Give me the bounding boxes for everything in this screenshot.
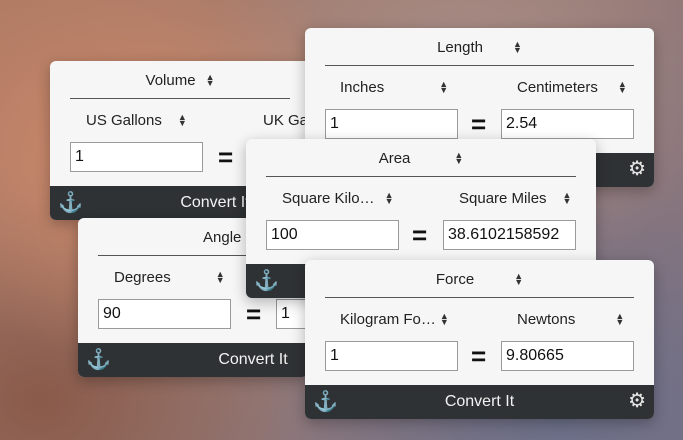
gear-icon[interactable]: ⚙	[628, 390, 646, 412]
equals-sign: =	[218, 142, 234, 172]
anchor-icon[interactable]: ⚓	[58, 192, 83, 214]
from-value-input[interactable]: 1	[325, 109, 458, 139]
updown-chevron-icon: ▲ ▼	[215, 269, 225, 285]
to-unit-selector[interactable]: Newtons ▲ ▼	[517, 308, 642, 330]
from-unit-selector[interactable]: Inches ▲ ▼	[340, 76, 460, 98]
category-selector[interactable]: Length ▲ ▼	[305, 28, 654, 66]
divider	[325, 65, 634, 66]
category-selector[interactable]: Force ▲ ▼	[305, 260, 654, 298]
to-value-output[interactable]: 38.6102158592	[443, 220, 576, 250]
force-converter-panel: Force ▲ ▼ Kilogram Fo… ▲ ▼ Newtons ▲ ▼ 1 = …	[305, 260, 654, 419]
from-unit-selector[interactable]: Square Kilo… ▲ ▼	[282, 187, 412, 209]
divider	[70, 98, 290, 99]
convert-it-button[interactable]: Convert It	[445, 393, 514, 411]
anchor-icon[interactable]: ⚓	[86, 349, 111, 371]
from-value-input[interactable]: 90	[98, 299, 231, 329]
convert-it-button[interactable]: Convert It	[180, 194, 249, 212]
anchor-icon[interactable]: ⚓	[254, 270, 279, 292]
divider	[266, 176, 576, 177]
updown-chevron-icon: ▲ ▼	[205, 72, 215, 88]
to-unit-selector[interactable]: UK Ga	[263, 109, 310, 131]
updown-chevron-icon: ▲ ▼	[562, 190, 572, 206]
updown-chevron-icon: ▲ ▼	[439, 311, 449, 327]
equals-sign: =	[471, 341, 487, 371]
updown-chevron-icon: ▲ ▼	[177, 112, 187, 128]
equals-sign: =	[471, 109, 487, 139]
updown-chevron-icon: ▲ ▼	[617, 79, 627, 95]
anchor-icon[interactable]: ⚓	[313, 391, 338, 413]
updown-chevron-icon: ▲ ▼	[384, 190, 394, 206]
category-selector[interactable]: Area ▲ ▼	[246, 139, 596, 177]
from-value-input[interactable]: 100	[266, 220, 399, 250]
to-value-output[interactable]: 9.80665	[501, 341, 634, 371]
from-value-input[interactable]: 1	[70, 142, 203, 172]
from-unit-selector[interactable]: Degrees ▲ ▼	[114, 266, 244, 288]
from-value-input[interactable]: 1	[325, 341, 458, 371]
equals-sign: =	[412, 220, 428, 250]
equals-sign: =	[246, 299, 262, 329]
updown-chevron-icon: ▲ ▼	[439, 79, 449, 95]
from-unit-selector[interactable]: US Gallons ▲ ▼	[86, 109, 216, 131]
convert-footer: ⚓ Convert It	[78, 343, 308, 377]
to-unit-selector[interactable]: Centimeters ▲ ▼	[517, 76, 642, 98]
to-value-output[interactable]: 1	[276, 299, 308, 329]
updown-chevron-icon: ▲ ▼	[512, 39, 522, 55]
updown-chevron-icon: ▲ ▼	[454, 150, 464, 166]
category-selector[interactable]: Volume ▲ ▼	[50, 61, 310, 99]
to-value-output[interactable]: 2.54	[501, 109, 634, 139]
convert-it-button[interactable]: Convert It	[218, 351, 287, 369]
divider	[325, 297, 634, 298]
updown-chevron-icon: ▲ ▼	[514, 271, 524, 287]
to-unit-selector[interactable]: Square Miles ▲ ▼	[459, 187, 584, 209]
gear-icon[interactable]: ⚙	[628, 158, 646, 180]
from-unit-selector[interactable]: Kilogram Fo… ▲ ▼	[340, 308, 475, 330]
convert-footer: ⚓ Convert It ⚙	[305, 385, 654, 419]
updown-chevron-icon: ▲ ▼	[615, 311, 625, 327]
